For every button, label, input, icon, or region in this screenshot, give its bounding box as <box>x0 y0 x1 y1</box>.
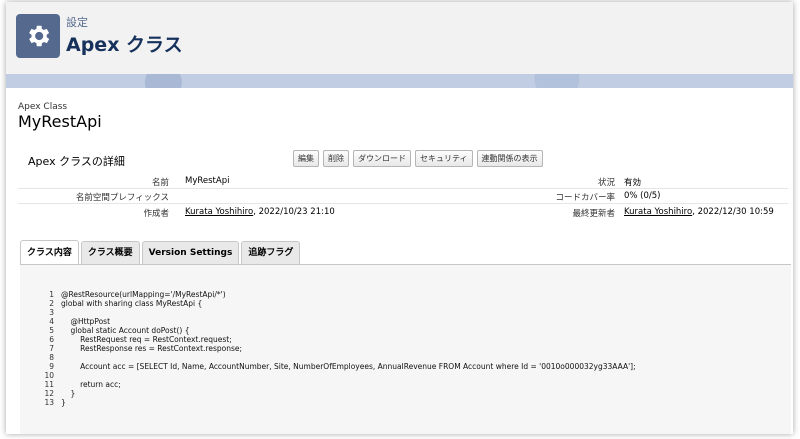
edit-button[interactable]: 編集 <box>293 150 319 167</box>
namespace-label: 名前空間プレフィックス <box>75 193 169 203</box>
tab-version-settings[interactable]: Version Settings <box>141 241 240 264</box>
code-line: 9 Account acc = [SELECT Id, Name, Accoun… <box>49 362 636 371</box>
coverage-value: 0% (0/5) <box>624 191 661 201</box>
created-date: , 2022/10/23 21:10 <box>253 207 335 217</box>
page-header: 設定 Apex クラス <box>6 2 793 74</box>
security-button[interactable]: セキュリティ <box>415 150 473 167</box>
object-type-label: Apex Class <box>18 102 68 112</box>
delete-button[interactable]: 削除 <box>323 150 349 167</box>
modified-by-label: 最終更新者 <box>572 209 615 219</box>
detail-row-name: 名前 MyRestApi 状況 有効 <box>18 174 788 189</box>
page-title: Apex クラス <box>66 34 183 56</box>
modified-by-value: Kurata Yoshihiro, 2022/12/30 10:59 <box>624 207 774 217</box>
detail-row-audit: 作成者 Kurata Yoshihiro, 2022/10/23 21:10 最… <box>18 205 788 219</box>
gear-icon <box>16 14 60 58</box>
status-value: 有効 <box>624 178 642 188</box>
detail-row-namespace: 名前空間プレフィックス コードカバー率 0% (0/5) <box>18 189 788 204</box>
name-value: MyRestApi <box>185 176 230 186</box>
download-button[interactable]: ダウンロード <box>353 150 411 167</box>
decorative-band <box>6 74 793 88</box>
tab-class-summary[interactable]: クラス概要 <box>80 241 140 264</box>
show-dependencies-button[interactable]: 連動関係の表示 <box>476 150 543 167</box>
tab-trace-flags[interactable]: 追跡フラグ <box>241 241 301 264</box>
status-label: 状況 <box>597 178 615 188</box>
created-by-user-link[interactable]: Kurata Yoshihiro <box>185 207 253 217</box>
modified-date: , 2022/12/30 10:59 <box>692 207 774 217</box>
header-subtitle: 設定 <box>66 16 88 29</box>
coverage-label: コードカバー率 <box>555 193 615 203</box>
created-by-label: 作成者 <box>143 209 169 219</box>
code-panel: 1 @RestResource(urlMapping='/MyRestApi/*'… <box>20 265 791 434</box>
tab-class-body[interactable]: クラス内容 <box>20 240 79 265</box>
modified-by-user-link[interactable]: Kurata Yoshihiro <box>624 207 692 217</box>
object-name: MyRestApi <box>18 112 102 131</box>
detail-button-bar: 編集 削除 ダウンロード セキュリティ 連動関係の表示 <box>293 150 543 167</box>
code-line: 13} <box>44 398 66 407</box>
created-by-value: Kurata Yoshihiro, 2022/10/23 21:10 <box>185 207 335 217</box>
app-frame: 設定 Apex クラス Apex Class MyRestApi Apex クラ… <box>6 2 793 434</box>
name-label: 名前 <box>151 178 169 188</box>
detail-section-title: Apex クラスの詳細 <box>28 155 125 168</box>
tab-bar: クラス内容 クラス概要 Version Settings 追跡フラグ <box>20 240 301 265</box>
